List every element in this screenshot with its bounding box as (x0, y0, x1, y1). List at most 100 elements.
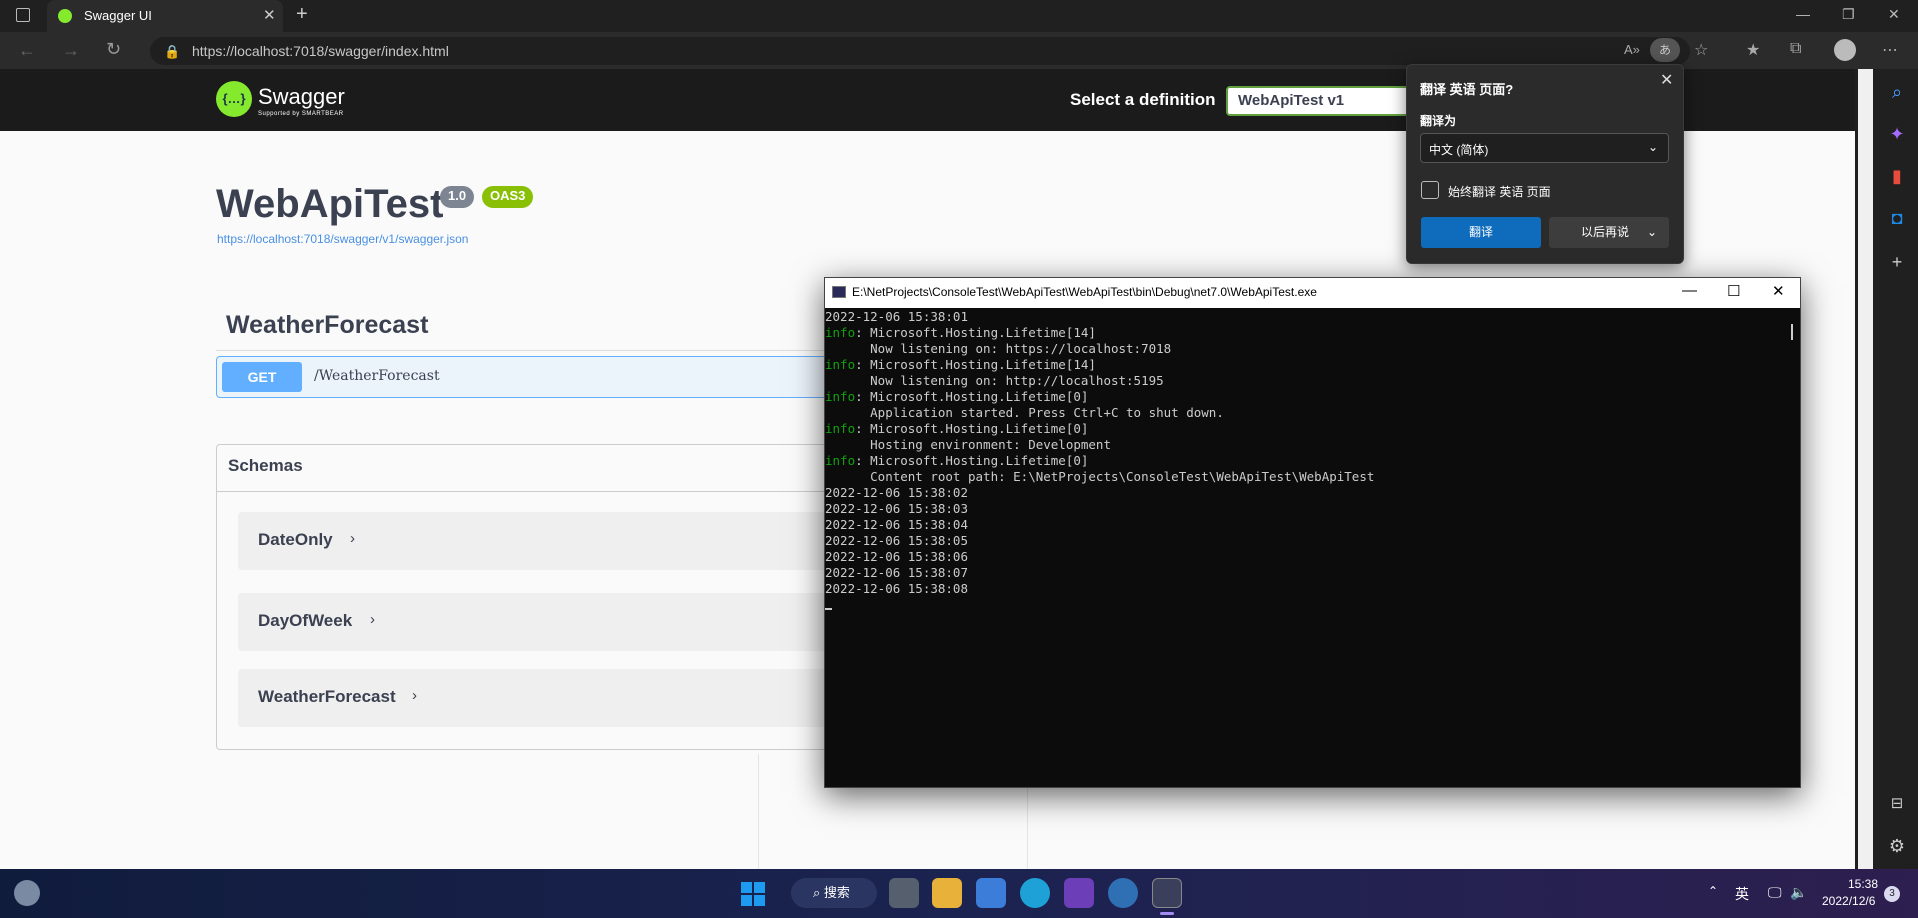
console-line: Now listening on: http://localhost:5195 (825, 373, 1775, 389)
chevron-right-icon: › (412, 687, 417, 704)
console-line: 2022-12-06 15:38:06 (825, 549, 1775, 565)
divider (216, 350, 856, 351)
tab-swagger-ui[interactable] (47, 0, 283, 32)
back-icon[interactable]: ← (18, 40, 36, 61)
add-icon[interactable]: + (1886, 252, 1908, 273)
clock-time[interactable]: 15:38 (1848, 877, 1878, 891)
console-taskbar-icon[interactable] (1152, 878, 1182, 908)
translate-language-value: 中文 (简体) (1429, 143, 1489, 157)
sidebar-toggle-icon[interactable]: ⊟ (1886, 794, 1908, 812)
copilot-icon[interactable]: ✦ (1886, 124, 1908, 145)
refresh-icon[interactable]: ↻ (106, 39, 121, 60)
translate-language-select[interactable]: 中文 (简体) ⌄ (1420, 133, 1669, 163)
notification-badge[interactable]: 3 (1884, 886, 1900, 902)
always-translate-label: 始终翻译 英语 页面 (1448, 185, 1551, 199)
console-output[interactable]: 2022-12-06 15:38:01 info: Microsoft.Hosti… (825, 309, 1775, 597)
ime-indicator[interactable]: 英 (1735, 884, 1749, 904)
chevron-up-icon[interactable]: ⌃ (1708, 884, 1718, 898)
console-line: info: Microsoft.Hosting.Lifetime[0] (825, 421, 1775, 437)
version-badge: 1.0 (440, 186, 475, 208)
search-icon: ⌕ (813, 885, 824, 900)
restore-icon[interactable]: ❐ (1842, 6, 1855, 23)
read-aloud-icon[interactable]: A» (1624, 42, 1640, 57)
store-icon[interactable] (976, 878, 1006, 908)
definition-label: Select a definition (1070, 90, 1216, 109)
close-icon[interactable]: ✕ (1660, 70, 1673, 90)
lock-icon[interactable]: 🔒 (164, 44, 180, 60)
always-translate-checkbox[interactable] (1421, 181, 1439, 199)
log-text: : Microsoft.Hosting.Lifetime[14] (855, 357, 1096, 372)
app-icon[interactable] (1108, 878, 1138, 908)
console-line: 2022-12-06 15:38:08 (825, 581, 1775, 597)
console-line: 2022-12-06 15:38:03 (825, 501, 1775, 517)
swagger-logo-sub: Supported by SMARTBEAR (258, 111, 344, 117)
profile-avatar[interactable] (1834, 39, 1856, 61)
log-text: 2022-12-06 15:38:07 (825, 565, 968, 580)
clock-date[interactable]: 2022/12/6 (1822, 894, 1875, 908)
swagger-logo-icon[interactable]: {…} (216, 81, 252, 117)
network-icon[interactable]: 🖵 (1768, 884, 1782, 901)
console-line: info: Microsoft.Hosting.Lifetime[0] (825, 453, 1775, 469)
taskbar-search[interactable]: ⌕ 搜索 (791, 878, 877, 908)
log-text: : Microsoft.Hosting.Lifetime[0] (855, 389, 1089, 404)
chevron-down-icon[interactable]: ⌄ (1647, 217, 1657, 248)
minimize-icon[interactable]: — (1796, 6, 1810, 22)
search-icon[interactable]: ⌕ (1886, 82, 1908, 103)
operation-path[interactable]: /WeatherForecast (314, 368, 440, 384)
swagger-logo-text[interactable]: Swagger (258, 84, 345, 110)
visual-studio-icon[interactable] (1064, 878, 1094, 908)
operation-row[interactable] (216, 356, 856, 398)
volume-icon[interactable]: 🔈 (1790, 884, 1807, 901)
schema-name: WeatherForecast (258, 687, 396, 706)
new-tab-icon[interactable]: + (296, 3, 308, 26)
office-icon[interactable]: ▮ (1886, 166, 1908, 187)
gear-icon[interactable]: ⚙ (1886, 836, 1908, 857)
spec-link[interactable]: https://localhost:7018/swagger/v1/swagge… (217, 232, 468, 246)
more-menu-icon[interactable]: ⋯ (1882, 40, 1898, 60)
oas-badge: OAS3 (482, 186, 534, 208)
chevron-down-icon: ⌄ (1647, 140, 1658, 154)
favorites-icon[interactable]: ★ (1746, 40, 1760, 60)
console-line: Content root path: E:\NetProjects\Consol… (825, 469, 1775, 485)
tag-title[interactable]: WeatherForecast (226, 311, 428, 340)
schema-name: DateOnly (258, 530, 333, 549)
log-text: : Microsoft.Hosting.Lifetime[0] (855, 421, 1089, 436)
edge-icon[interactable] (1020, 878, 1050, 908)
file-explorer-icon[interactable] (932, 878, 962, 908)
schema-name: DayOfWeek (258, 611, 353, 630)
log-text: 2022-12-06 15:38:05 (825, 533, 968, 548)
task-view-icon[interactable] (889, 878, 919, 908)
console-icon (832, 286, 846, 298)
close-window-icon[interactable]: ✕ (1888, 6, 1900, 23)
close-icon[interactable]: ✕ (1772, 282, 1785, 300)
minimize-icon[interactable]: — (1682, 282, 1697, 299)
log-level: info (825, 389, 856, 404)
start-icon[interactable] (741, 882, 765, 906)
method-badge[interactable]: GET (222, 362, 302, 392)
weather-widget-icon[interactable] (14, 880, 40, 906)
log-text: 2022-12-06 15:38:01 (825, 309, 968, 324)
outlook-icon[interactable]: ◘ (1886, 208, 1908, 229)
log-level: info (825, 421, 856, 436)
log-level: info (825, 357, 856, 372)
maximize-icon[interactable]: ☐ (1727, 282, 1740, 300)
tab-title: Swagger UI (84, 8, 152, 23)
log-text: : Microsoft.Hosting.Lifetime[0] (855, 453, 1089, 468)
page-scrollbar[interactable] (1858, 69, 1873, 869)
tab-actions-icon[interactable] (16, 8, 30, 22)
console-scrollbar[interactable] (1791, 324, 1793, 340)
divider (758, 754, 759, 869)
log-text: Content root path: E:\NetProjects\Consol… (825, 469, 1375, 484)
add-favorite-icon[interactable]: ☆ (1694, 40, 1708, 60)
close-tab-icon[interactable]: ✕ (263, 6, 276, 24)
collections-icon[interactable]: ⧉ (1790, 40, 1801, 58)
forward-icon[interactable]: → (62, 40, 80, 61)
console-line: Hosting environment: Development (825, 437, 1775, 453)
schemas-header[interactable] (217, 445, 855, 492)
not-now-button[interactable]: 以后再说 ⌄ (1549, 217, 1669, 248)
log-text: 2022-12-06 15:38:08 (825, 581, 968, 596)
translate-button[interactable]: 翻译 (1421, 217, 1541, 248)
console-line: info: Microsoft.Hosting.Lifetime[14] (825, 357, 1775, 373)
translate-icon[interactable]: あ (1650, 38, 1680, 62)
log-text: 2022-12-06 15:38:04 (825, 517, 968, 532)
